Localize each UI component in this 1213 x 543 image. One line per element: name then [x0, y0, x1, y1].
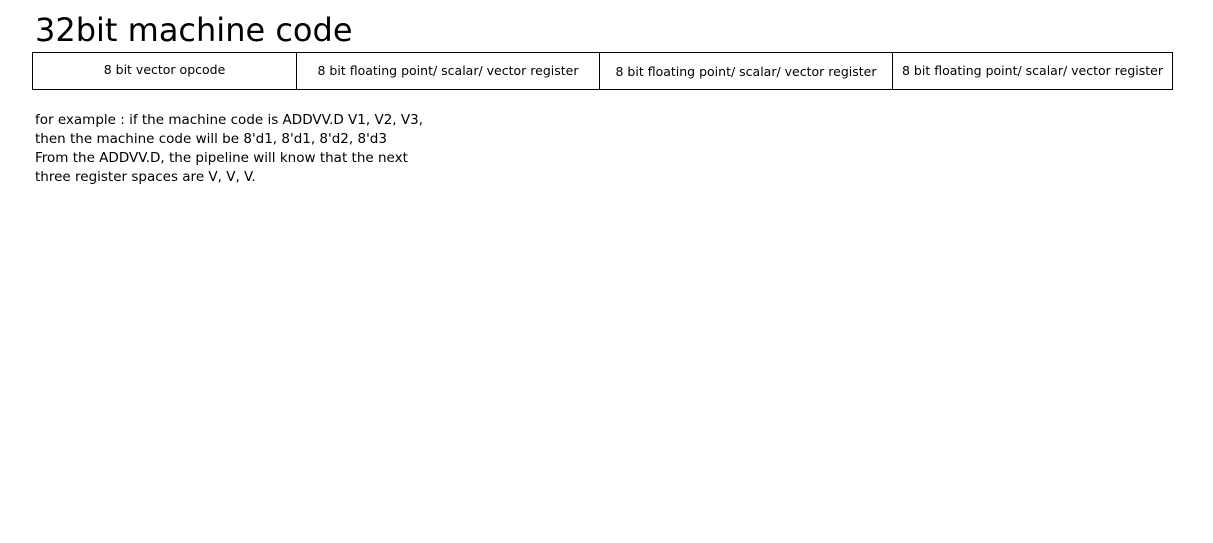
note-line-1: for example : if the machine code is ADD…	[35, 112, 423, 128]
instruction-format-table: 8 bit vector opcode 8 bit floating point…	[32, 52, 1173, 90]
example-notes: for example : if the machine code is ADD…	[35, 111, 423, 187]
field-register-3: 8 bit floating point/ scalar/ vector reg…	[892, 53, 1172, 89]
field-register-2-label: 8 bit floating point/ scalar/ vector reg…	[615, 64, 877, 79]
field-register-3-label: 8 bit floating point/ scalar/ vector reg…	[902, 63, 1163, 78]
note-line-4: three register spaces are V, V, V.	[35, 169, 256, 185]
field-register-1-label: 8 bit floating point/ scalar/ vector reg…	[317, 63, 579, 78]
field-register-1: 8 bit floating point/ scalar/ vector reg…	[296, 53, 599, 89]
note-line-2: then the machine code will be 8'd1, 8'd1…	[35, 131, 387, 147]
field-opcode: 8 bit vector opcode	[33, 53, 296, 89]
field-opcode-label: 8 bit vector opcode	[103, 62, 226, 77]
field-register-2: 8 bit floating point/ scalar/ vector reg…	[599, 53, 892, 89]
page-title: 32bit machine code	[35, 11, 353, 49]
note-line-3: From the ADDVV.D, the pipeline will know…	[35, 150, 408, 166]
